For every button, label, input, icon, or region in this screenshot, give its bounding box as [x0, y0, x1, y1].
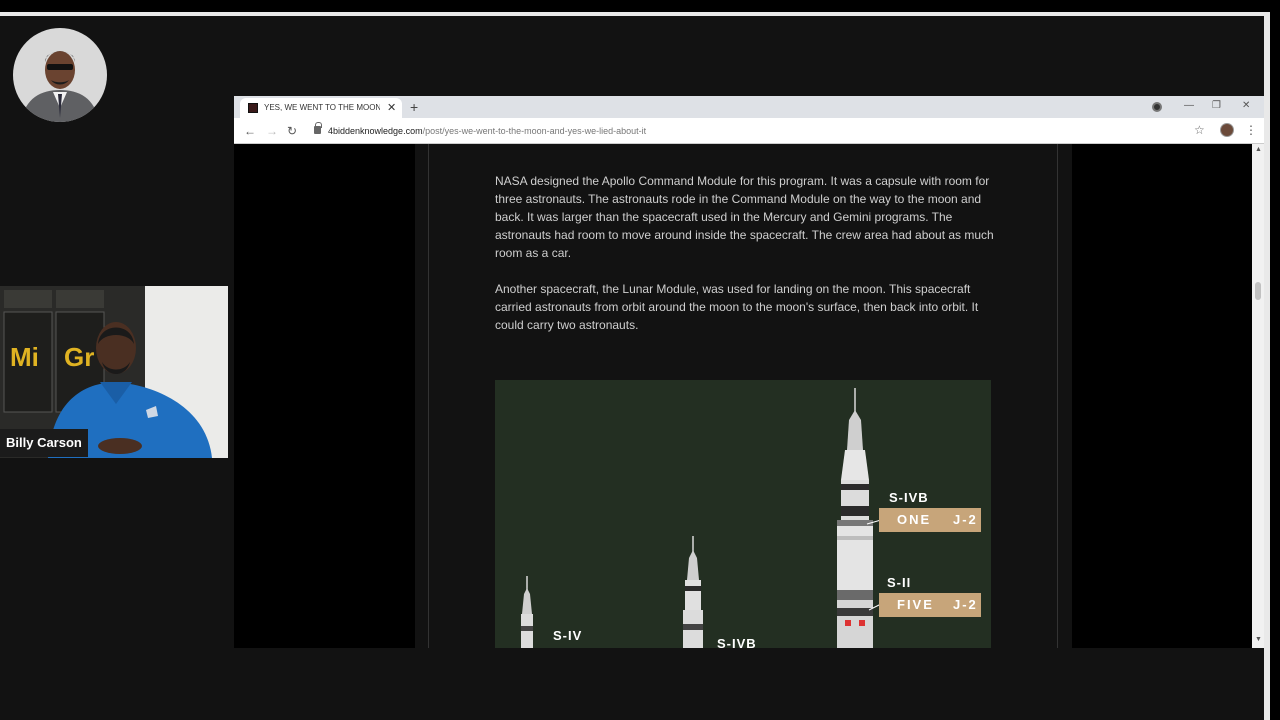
bookmark-star-icon[interactable]: ☆ — [1194, 122, 1205, 138]
tab-close-icon[interactable]: ✕ — [387, 101, 396, 115]
menu-kebab-icon[interactable]: ⋮ — [1245, 122, 1257, 138]
webcam-name-label: Billy Carson — [0, 429, 88, 457]
lock-icon — [314, 122, 322, 134]
engine-label: ONE J-2 — [879, 508, 981, 532]
restore-icon[interactable]: ❐ — [1212, 99, 1221, 113]
svg-text:Gr: Gr — [64, 342, 94, 372]
stage-label-sivb: S-IVB — [889, 490, 929, 505]
tab-bar: YES, WE WENT TO THE MOON A ✕ + — ❐ ✕ — [234, 96, 1264, 118]
url-domain: 4biddenknowledge.com — [328, 126, 423, 136]
column-border-right — [1057, 144, 1058, 648]
reload-icon[interactable]: ↻ — [287, 123, 297, 139]
engine-type: J-2 — [953, 512, 978, 527]
back-arrow-icon[interactable]: ← — [244, 123, 256, 139]
url-path: /post/yes-we-went-to-the-moon-and-yes-we… — [422, 126, 647, 136]
tab-title: YES, WE WENT TO THE MOON A — [264, 103, 380, 112]
stream-frame-top — [0, 12, 1270, 16]
close-window-icon[interactable]: ✕ — [1242, 99, 1250, 113]
host-avatar — [13, 28, 107, 122]
engine-type: J-2 — [953, 597, 978, 612]
stage-label-sivb-small: S-IVB — [717, 636, 757, 648]
stage-label-sii: S-II — [887, 575, 912, 590]
extension-icon[interactable] — [1152, 102, 1162, 112]
column-border-left — [428, 144, 429, 648]
article-paragraph: NASA designed the Apollo Command Module … — [495, 174, 994, 260]
svg-text:Mi: Mi — [10, 342, 39, 372]
browser-tab[interactable]: YES, WE WENT TO THE MOON A ✕ — [240, 98, 402, 118]
article-paragraph: Another spacecraft, the Lunar Module, wa… — [495, 282, 979, 332]
browser-window: YES, WE WENT TO THE MOON A ✕ + — ❐ ✕ ← →… — [234, 96, 1264, 648]
stream-right-edge — [1270, 0, 1280, 720]
engine-label: FIVE J-2 — [879, 593, 981, 617]
profile-avatar-icon[interactable] — [1220, 123, 1234, 137]
engine-count: ONE — [897, 512, 932, 527]
rocket-diagram-image: S-IVB ONE J-2 S-II FIVE J-2 S-IV S-IVB — [495, 380, 991, 648]
page-viewport: NASA designed the Apollo Command Module … — [234, 144, 1252, 648]
address-bar: ← → ↻ 4biddenknowledge.com/post/yes-we-w… — [234, 118, 1264, 144]
vertical-scrollbar[interactable]: ▲ ▼ — [1252, 144, 1264, 648]
scroll-up-icon[interactable]: ▲ — [1255, 146, 1262, 153]
scroll-down-icon[interactable]: ▼ — [1255, 636, 1262, 643]
scrollbar-thumb[interactable] — [1255, 282, 1261, 300]
forward-arrow-icon[interactable]: → — [266, 123, 278, 139]
favicon-icon — [248, 103, 258, 113]
url-text: 4biddenknowledge.com/post/yes-we-went-to… — [328, 125, 646, 137]
new-tab-button[interactable]: + — [410, 98, 418, 116]
host-avatar-image — [13, 28, 107, 122]
stage-label-siv: S-IV — [553, 628, 583, 643]
url-field[interactable]: 4biddenknowledge.com/post/yes-we-went-to… — [306, 121, 1206, 141]
minimize-icon[interactable]: — — [1184, 99, 1194, 113]
engine-count: FIVE — [897, 597, 934, 612]
